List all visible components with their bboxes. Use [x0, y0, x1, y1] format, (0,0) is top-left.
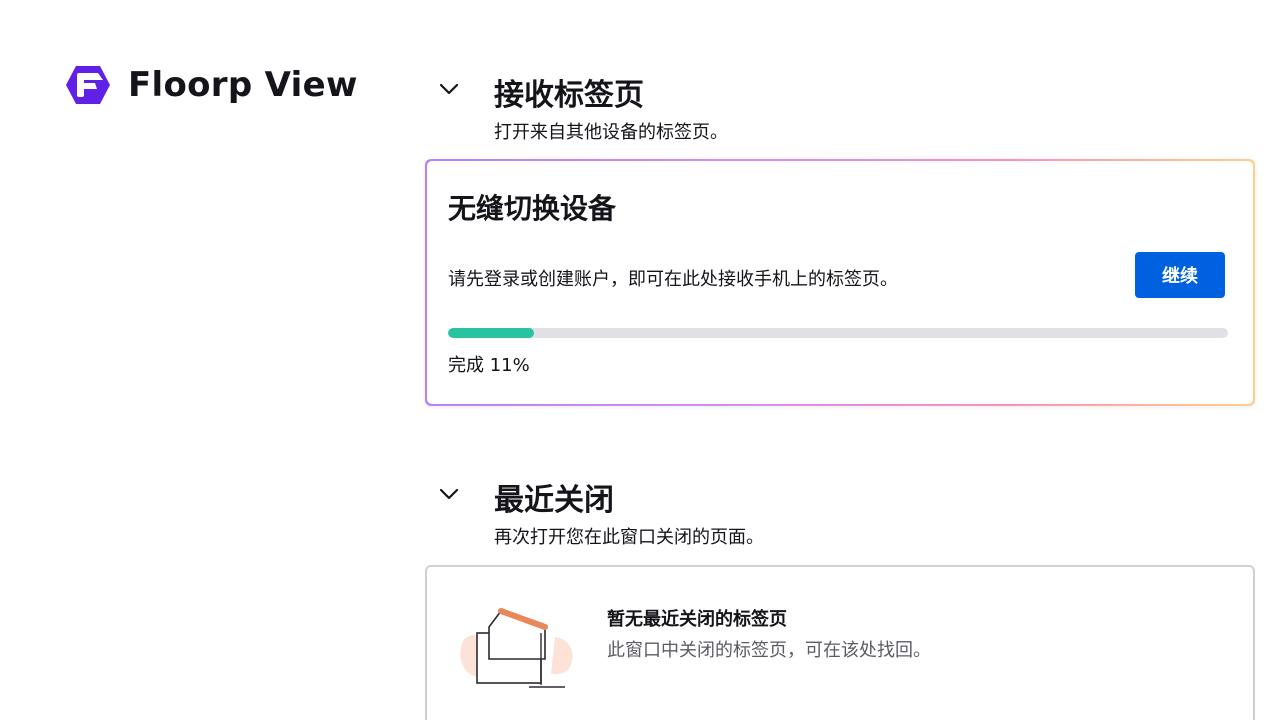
- chevron-down-icon: [439, 83, 459, 95]
- sync-setup-card: 无缝切换设备 请先登录或创建账户，即可在此处接收手机上的标签页。 继续 完成 1…: [425, 159, 1255, 406]
- setup-progress-bar: [448, 328, 1228, 338]
- empty-state-title: 暂无最近关闭的标签页: [607, 609, 787, 630]
- card-title: 无缝切换设备: [448, 192, 617, 225]
- section-toggle-button[interactable]: [432, 72, 466, 106]
- sync-setup-card-body: 无缝切换设备 请先登录或创建账户，即可在此处接收手机上的标签页。 继续 完成 1…: [427, 161, 1253, 404]
- section-toggle-button[interactable]: [432, 477, 466, 511]
- progress-label: 完成 11%: [448, 355, 530, 376]
- brand-header: Floorp View: [64, 64, 358, 106]
- section-description: 再次打开您在此窗口关闭的页面。: [494, 527, 764, 548]
- continue-button[interactable]: 继续: [1135, 252, 1225, 298]
- setup-progress-fill: [448, 328, 534, 338]
- section-recently-closed: 最近关闭 再次打开您在此窗口关闭的页面。: [432, 475, 1252, 548]
- brand-title: Floorp View: [128, 65, 358, 105]
- card-message: 请先登录或创建账户，即可在此处接收手机上的标签页。: [448, 269, 898, 290]
- empty-folder-illustration-icon: [460, 608, 573, 688]
- section-title: 最近关闭: [494, 483, 614, 518]
- empty-state-description: 此窗口中关闭的标签页，可在该处找回。: [607, 640, 931, 661]
- section-title: 接收标签页: [494, 78, 644, 113]
- firefox-view-page: Floorp View 接收标签页 打开来自其他设备的标签页。 无缝切换设备 请…: [0, 0, 1280, 720]
- section-tabs-from-devices: 接收标签页 打开来自其他设备的标签页。: [432, 70, 1252, 143]
- floorp-logo-icon: [66, 66, 110, 104]
- section-description: 打开来自其他设备的标签页。: [494, 122, 728, 143]
- chevron-down-icon: [439, 488, 459, 500]
- recently-closed-empty-card: 暂无最近关闭的标签页 此窗口中关闭的标签页，可在该处找回。: [425, 565, 1255, 720]
